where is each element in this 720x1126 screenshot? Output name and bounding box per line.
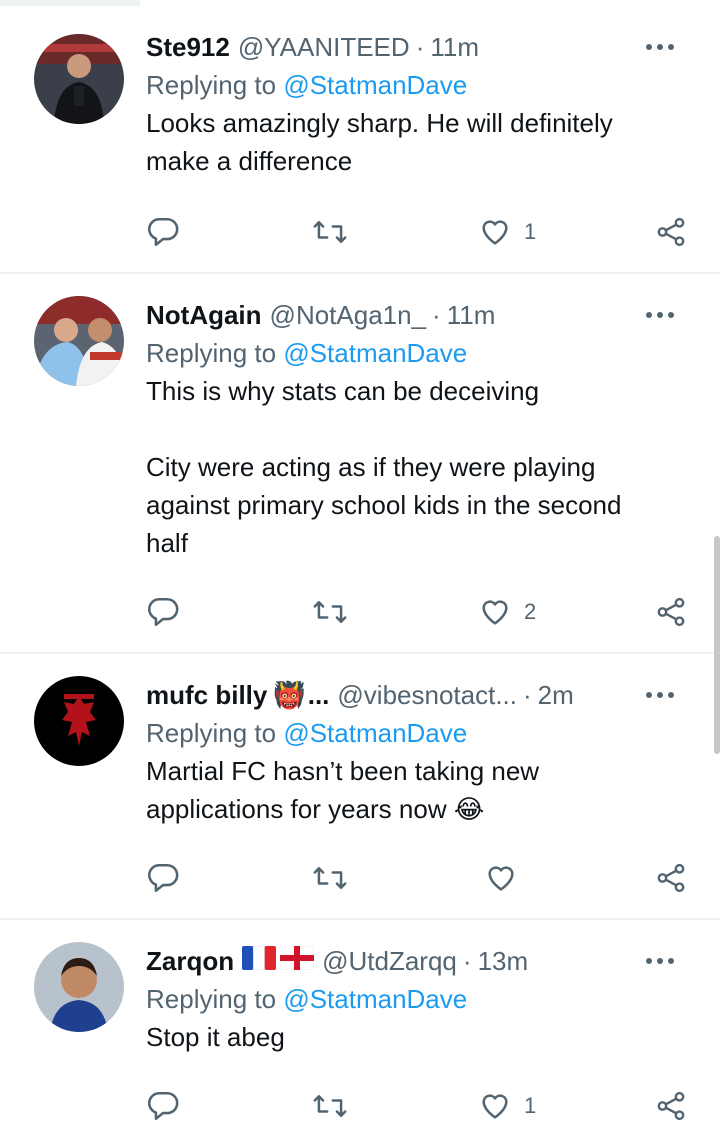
separator-dot: ·: [523, 680, 532, 710]
replying-mention-link[interactable]: @StatmanDave: [283, 984, 467, 1014]
avatar[interactable]: [34, 942, 124, 1032]
share-icon: [657, 863, 685, 893]
heart-icon: [488, 866, 514, 891]
display-name[interactable]: Zarqon: [146, 942, 234, 980]
tweet-reply[interactable]: mufc billy 👹 ... @vibesnotact... · 2m Re…: [0, 654, 720, 920]
timestamp[interactable]: 11m: [447, 296, 496, 334]
timestamp[interactable]: 13m: [478, 942, 529, 980]
avatar[interactable]: [34, 676, 124, 766]
tweet-text: Martial FC hasn’t been taking new applic…: [146, 756, 540, 824]
tweet-reply[interactable]: NotAgain @NotAga1n_ · 11m Replying to @S…: [0, 274, 720, 654]
heart-icon: [482, 1094, 508, 1119]
more-options-icon[interactable]: [640, 942, 680, 980]
replying-mention-link[interactable]: @StatmanDave: [283, 338, 467, 368]
display-name[interactable]: NotAgain: [146, 296, 262, 334]
share-icon: [657, 217, 685, 247]
france-flag-icon: [242, 942, 277, 980]
separator-dot: ·: [432, 300, 441, 330]
like-count: 1: [524, 1093, 537, 1118]
tweet-header: Zarqon @UtdZarqq · 13m: [146, 942, 680, 980]
replying-to: Replying to @StatmanDave: [146, 714, 680, 752]
more-options-icon[interactable]: [640, 676, 680, 714]
username[interactable]: @UtdZarqq: [322, 942, 457, 980]
share-button[interactable]: [654, 592, 688, 632]
retweet-button[interactable]: [312, 212, 360, 252]
reply-icon: [148, 217, 179, 247]
retweet-icon: [313, 867, 347, 889]
tweet-actions: 1: [146, 212, 690, 252]
tweet-header: NotAgain @NotAga1n_ · 11m: [146, 296, 680, 334]
like-count: 1: [524, 219, 537, 244]
share-button[interactable]: [654, 212, 688, 252]
retweet-button[interactable]: [312, 592, 360, 632]
replying-mention-link[interactable]: @StatmanDave: [283, 718, 467, 748]
tweet-text: This is why stats can be deceiving City …: [146, 376, 622, 558]
more-options-icon[interactable]: [640, 28, 680, 66]
replying-prefix: Replying to: [146, 984, 284, 1014]
heart-icon: [482, 600, 508, 625]
like-count: 2: [524, 599, 537, 624]
separator-dot: ·: [462, 946, 472, 976]
share-button[interactable]: [654, 858, 688, 898]
reply-button[interactable]: [146, 1086, 192, 1126]
username[interactable]: @vibesnotact...: [337, 676, 517, 714]
retweet-icon: [313, 1095, 347, 1117]
tweet-actions: 2: [146, 592, 690, 632]
username[interactable]: @YAANITEED: [238, 28, 410, 66]
like-button[interactable]: 2: [478, 592, 536, 632]
scrollbar[interactable]: [714, 536, 720, 754]
share-button[interactable]: [654, 1086, 688, 1126]
replying-prefix: Replying to: [146, 338, 284, 368]
tweet-actions: 1: [146, 1086, 690, 1126]
reply-button[interactable]: [146, 212, 192, 252]
replying-to: Replying to @StatmanDave: [146, 66, 680, 104]
tweet-header: mufc billy 👹 ... @vibesnotact... · 2m: [146, 676, 680, 714]
reply-button[interactable]: [146, 592, 192, 632]
name-ellipsis: ...: [307, 680, 330, 710]
more-options-icon[interactable]: [640, 296, 680, 334]
tweet-reply[interactable]: Ste912 @YAANITEED · 11m Replying to @Sta…: [0, 0, 720, 274]
tweet-reply[interactable]: Zarqon @UtdZarqq · 13m Replying to @Stat…: [0, 920, 720, 1121]
display-name[interactable]: Ste912: [146, 28, 230, 66]
england-flag-icon: [279, 942, 315, 980]
like-button[interactable]: 1: [478, 212, 536, 252]
retweet-button[interactable]: [312, 858, 360, 898]
username[interactable]: @NotAga1n_: [270, 296, 427, 334]
name-emoji: 👹: [273, 680, 306, 710]
reply-icon: [148, 863, 179, 893]
avatar[interactable]: [34, 34, 124, 124]
separator-dot: ·: [415, 32, 425, 62]
reply-button[interactable]: [146, 858, 192, 898]
retweet-icon: [313, 221, 347, 243]
display-name[interactable]: mufc billy: [146, 676, 267, 714]
reply-icon: [148, 1091, 179, 1121]
timestamp[interactable]: 2m: [538, 676, 574, 714]
tweet-text: Stop it abeg: [146, 1022, 285, 1052]
replying-to: Replying to @StatmanDave: [146, 334, 680, 372]
timestamp[interactable]: 11m: [430, 28, 479, 66]
replying-prefix: Replying to: [146, 70, 284, 100]
replying-to: Replying to @StatmanDave: [146, 980, 680, 1018]
retweet-icon: [313, 601, 347, 623]
share-icon: [657, 597, 685, 627]
tweet-header: Ste912 @YAANITEED · 11m: [146, 28, 680, 66]
like-button[interactable]: 1: [478, 1086, 536, 1126]
tweet-actions: [146, 858, 690, 898]
avatar[interactable]: [34, 296, 124, 386]
heart-icon: [482, 220, 508, 245]
tweet-text: Looks amazingly sharp. He will definitel…: [146, 108, 613, 176]
share-icon: [657, 1091, 685, 1121]
reply-icon: [148, 597, 179, 627]
retweet-button[interactable]: [312, 1086, 360, 1126]
replying-mention-link[interactable]: @StatmanDave: [283, 70, 467, 100]
like-button[interactable]: [484, 858, 530, 898]
replying-prefix: Replying to: [146, 718, 284, 748]
